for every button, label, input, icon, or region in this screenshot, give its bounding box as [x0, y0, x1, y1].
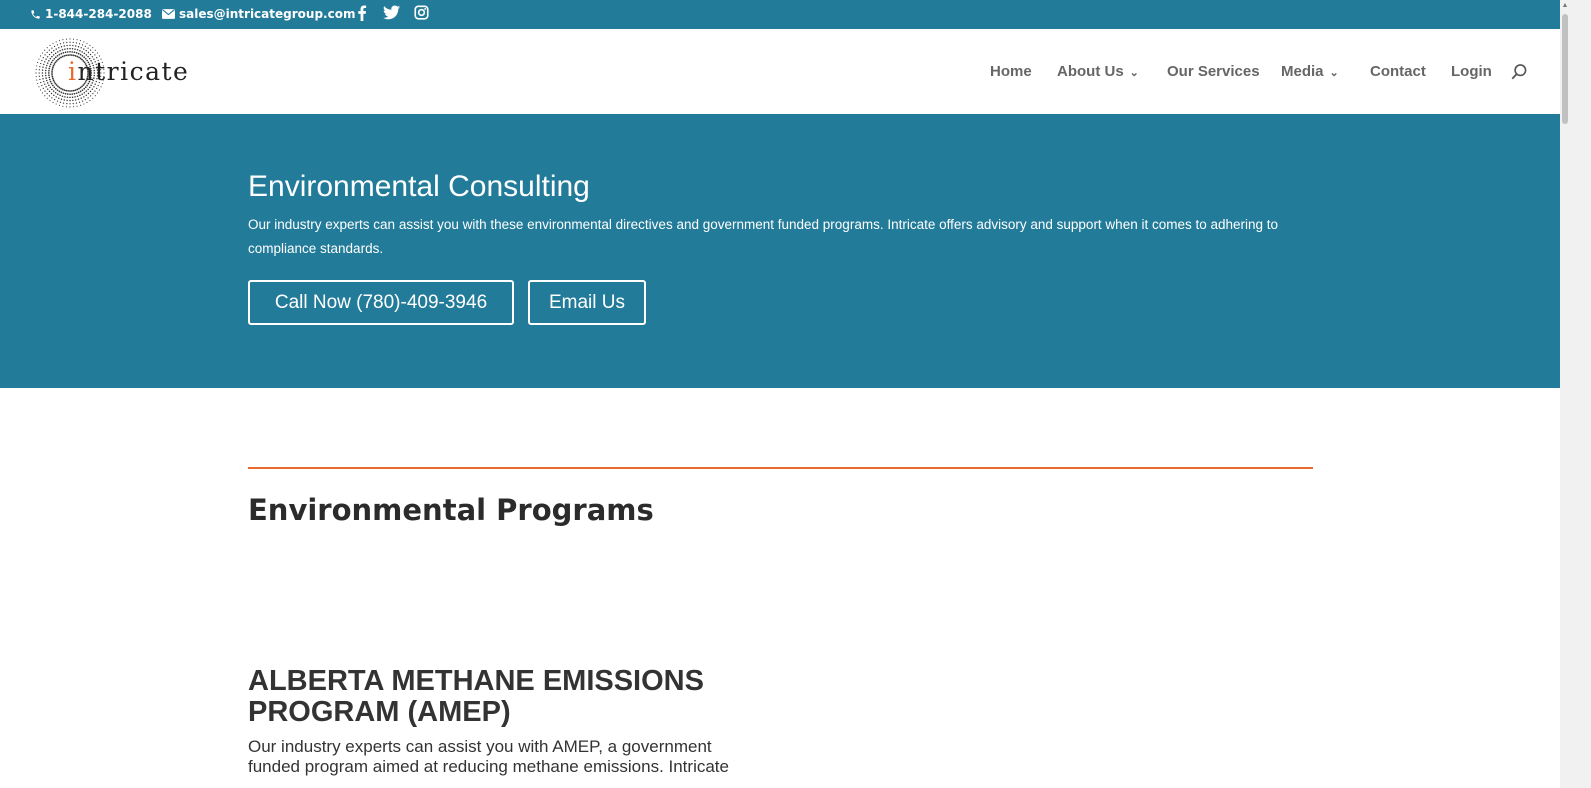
nav-media[interactable]: Media ⌄	[1281, 63, 1339, 80]
email-link[interactable]: sales@intricategroup.com	[162, 7, 355, 21]
phone-link[interactable]: 1-844-284-2088	[30, 7, 152, 21]
page-scrollbar[interactable]: ▲	[1560, 0, 1591, 788]
call-now-button[interactable]: Call Now (780)-409-3946	[248, 280, 514, 325]
facebook-icon[interactable]	[357, 5, 367, 21]
chevron-down-icon: ⌄	[1129, 67, 1139, 79]
envelope-icon	[162, 9, 175, 19]
email-address: sales@intricategroup.com	[179, 7, 356, 21]
section-divider	[248, 467, 1313, 469]
hero-section: Environmental Consulting Our industry ex…	[0, 114, 1560, 388]
instagram-icon[interactable]	[414, 5, 429, 20]
chevron-down-icon: ⌄	[1329, 67, 1339, 79]
nav-about-us[interactable]: About Us ⌄	[1057, 63, 1139, 80]
hero-title: Environmental Consulting	[248, 170, 590, 203]
section-title: Environmental Programs	[248, 493, 654, 527]
hero-description: Our industry experts can assist you with…	[248, 217, 1279, 256]
program-title: ALBERTA METHANE EMISSIONS PROGRAM (AMEP)	[248, 665, 704, 728]
site-header: intricate Home About Us ⌄ Our Services Me…	[0, 29, 1560, 114]
nav-login[interactable]: Login	[1451, 63, 1492, 80]
scrollbar-thumb[interactable]	[1562, 14, 1568, 124]
search-icon[interactable]	[1510, 63, 1528, 81]
email-us-button[interactable]: Email Us	[528, 280, 646, 325]
scroll-up-arrow-icon[interactable]: ▲	[1560, 0, 1570, 12]
top-contact-bar: 1-844-284-2088 sales@intricategroup.com	[0, 0, 1560, 29]
phone-number: 1-844-284-2088	[45, 7, 152, 21]
nav-home[interactable]: Home	[990, 63, 1032, 80]
twitter-icon[interactable]	[383, 5, 400, 20]
phone-icon	[31, 9, 40, 19]
logo-wordmark: intricate	[68, 57, 190, 86]
nav-our-services[interactable]: Our Services	[1167, 63, 1260, 80]
nav-contact[interactable]: Contact	[1370, 63, 1426, 80]
intricate-logo[interactable]: intricate	[34, 37, 188, 109]
program-description: Our industry experts can assist you with…	[248, 737, 729, 776]
